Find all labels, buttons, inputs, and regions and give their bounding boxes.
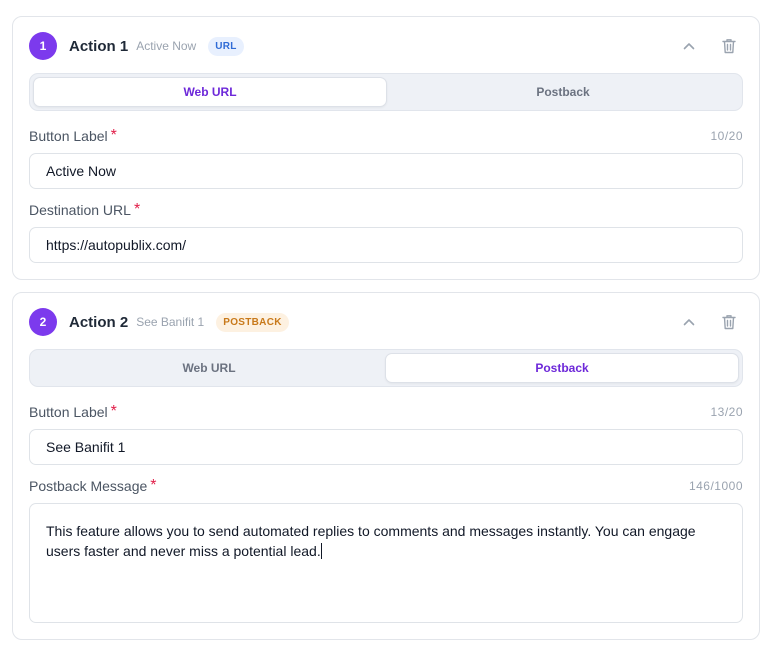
button-label-label: Button Label — [29, 404, 108, 420]
tab-web-url[interactable]: Web URL — [33, 353, 385, 383]
action-type-badge: URL — [208, 36, 244, 56]
action-header-2[interactable]: 2 Action 2 See Banifit 1 POSTBACK — [29, 307, 743, 337]
button-label-input[interactable]: Active Now — [29, 153, 743, 189]
action-subtitle: Active Now — [136, 39, 197, 53]
trash-icon[interactable] — [717, 310, 741, 334]
action-subtitle: See Banifit 1 — [136, 315, 205, 329]
required-mark: * — [110, 403, 117, 420]
action-title: Action 1 — [69, 37, 129, 55]
action-type-toggle: Web URL Postback — [29, 349, 743, 387]
postback-message-label: Postback Message — [29, 478, 148, 494]
button-label-input[interactable]: See Banifit 1 — [29, 429, 743, 465]
chevron-up-icon[interactable] — [677, 34, 701, 58]
button-label-row: Button Label * 13/20 — [29, 403, 743, 421]
button-label-label: Button Label — [29, 128, 108, 144]
action-title: Action 2 — [69, 313, 129, 331]
required-mark: * — [110, 127, 117, 144]
char-counter: 10/20 — [710, 129, 743, 143]
chevron-up-icon[interactable] — [677, 310, 701, 334]
action-card-2: 2 Action 2 See Banifit 1 POSTBACK Web UR… — [12, 292, 760, 640]
action-card-1: 1 Action 1 Active Now URL Web URL Postba… — [12, 16, 760, 280]
action-type-badge: POSTBACK — [216, 312, 289, 332]
postback-message-text: This feature allows you to send automate… — [46, 523, 696, 559]
action-header-1[interactable]: 1 Action 1 Active Now URL — [29, 31, 743, 61]
tab-postback[interactable]: Postback — [385, 353, 739, 383]
char-counter: 13/20 — [710, 405, 743, 419]
action-number-badge: 2 — [29, 308, 57, 336]
tab-postback[interactable]: Postback — [387, 77, 739, 107]
action-type-toggle: Web URL Postback — [29, 73, 743, 111]
button-label-row: Button Label * 10/20 — [29, 127, 743, 145]
destination-url-label: Destination URL — [29, 202, 131, 218]
destination-url-input[interactable]: https://autopublix.com/ — [29, 227, 743, 263]
trash-icon[interactable] — [717, 34, 741, 58]
char-counter: 146/1000 — [688, 479, 743, 493]
tab-web-url[interactable]: Web URL — [33, 77, 387, 107]
destination-url-row: Destination URL * — [29, 201, 743, 219]
postback-message-textarea[interactable]: This feature allows you to send automate… — [29, 503, 743, 623]
required-mark: * — [133, 201, 141, 218]
action-number-badge: 1 — [29, 32, 57, 60]
postback-message-row: Postback Message * 146/1000 — [29, 477, 743, 495]
required-mark: * — [150, 477, 157, 494]
text-cursor — [320, 543, 322, 559]
